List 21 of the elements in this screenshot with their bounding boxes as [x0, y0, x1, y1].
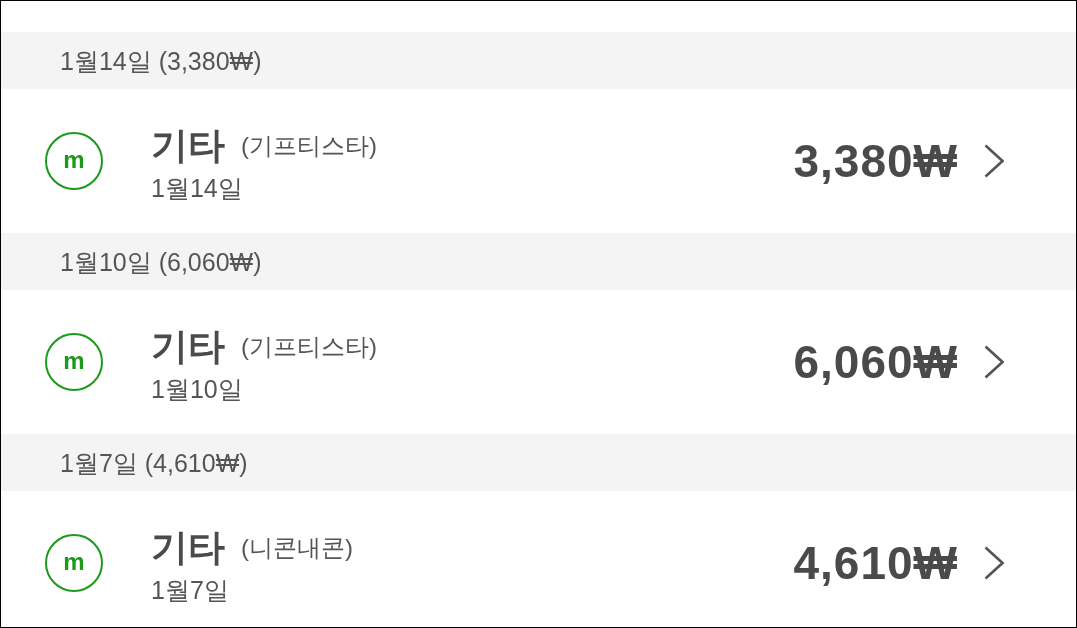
merchant-name: (기프티스타) [241, 131, 377, 161]
store-logo-icon: m [45, 132, 103, 190]
transaction-amount: 6,060₩ [793, 336, 958, 388]
date-group-header: 1월14일 (3,380₩) [60, 45, 262, 76]
chevron-right-icon[interactable] [984, 144, 1004, 178]
chevron-right-icon[interactable] [984, 345, 1004, 379]
chevron-right-icon[interactable] [984, 546, 1004, 580]
transaction-amount: 4,610₩ [793, 537, 958, 589]
transaction-category: 기타 [151, 526, 225, 570]
store-logo-icon: m [45, 333, 103, 391]
transaction-category: 기타 [151, 124, 225, 168]
store-logo-icon: m [45, 534, 103, 592]
transaction-category: 기타 [151, 325, 225, 369]
transaction-date: 1월14일 [151, 174, 243, 202]
transaction-date: 1월7일 [151, 576, 229, 604]
merchant-name: (기프티스타) [241, 332, 377, 362]
merchant-name: (니콘내콘) [241, 533, 353, 563]
date-group-header: 1월10일 (6,060₩) [60, 246, 262, 277]
date-group-header: 1월7일 (4,610₩) [60, 447, 248, 478]
transaction-amount: 3,380₩ [793, 135, 958, 187]
transaction-date: 1월10일 [151, 375, 243, 403]
